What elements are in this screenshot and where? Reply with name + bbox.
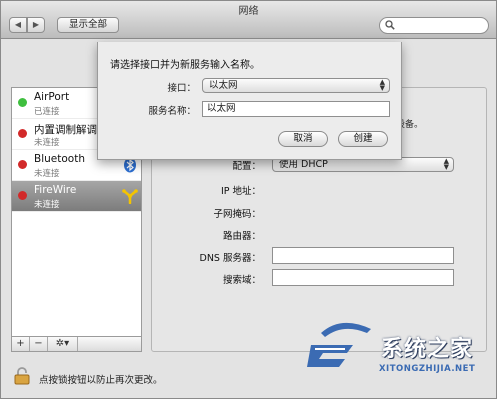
action-menu-button[interactable]: ✲▾ (48, 337, 78, 351)
watermark-logo (307, 322, 371, 367)
updown-arrows-icon: ▲ ▼ (379, 78, 385, 92)
interface-value: 以太网 (209, 80, 238, 91)
back-button[interactable]: ◀ (9, 17, 27, 33)
interface-label: 接口： (167, 83, 196, 94)
service-status: 已连接 (34, 107, 60, 117)
service-list-toolbar: + − ✲▾ (11, 336, 142, 352)
status-dot (18, 129, 27, 138)
cancel-button[interactable]: 取消 (278, 131, 328, 147)
search-icon (385, 20, 395, 30)
service-item-firewire[interactable]: FireWire 未连接 (12, 181, 141, 212)
updown-arrows-icon: ▲ ▼ (443, 157, 449, 171)
show-all-button[interactable]: 显示全部 (57, 17, 119, 33)
service-status: 未连接 (34, 200, 60, 210)
new-service-sheet: 请选择接口并为新服务输入名称。 接口： 以太网 ▲ ▼ 服务名称： 以太网 取消 … (97, 42, 402, 160)
status-dot (18, 191, 27, 200)
service-status: 未连接 (34, 138, 60, 148)
service-name-label: 服务名称： (148, 106, 196, 117)
firewire-icon (122, 189, 138, 204)
search-input[interactable] (379, 17, 489, 34)
watermark-brand: 系统之家 (381, 337, 474, 362)
search-domains-field[interactable] (272, 269, 454, 286)
dns-server-field[interactable] (272, 247, 454, 264)
config-value: 使用 DHCP (279, 159, 328, 170)
interface-select[interactable]: 以太网 ▲ ▼ (202, 78, 390, 93)
sheet-prompt: 请选择接口并为新服务输入名称。 (110, 60, 260, 71)
create-button[interactable]: 创建 (338, 131, 388, 147)
lock-hint: 点按锁按钮以防止再次更改。 (39, 375, 163, 386)
lock-icon[interactable] (14, 367, 30, 385)
router-label: 路由器： (222, 231, 261, 242)
window-title: 网络 (238, 6, 259, 17)
remove-service-button[interactable]: − (30, 337, 48, 351)
ip-address-label: IP 地址： (220, 186, 261, 197)
service-status: 未连接 (34, 169, 60, 179)
network-preferences-window: 网络 ◀ ▶ 显示全部 AirPort 已连接 内置调制解调器 未连接 Blue… (0, 0, 497, 399)
search-domains-label: 搜索域： (222, 275, 261, 286)
dns-server-label: DNS 服务器： (199, 253, 261, 264)
subnet-mask-label: 子网掩码： (213, 209, 261, 220)
service-name: FireWire (34, 184, 77, 196)
forward-button[interactable]: ▶ (27, 17, 45, 33)
add-service-button[interactable]: + (12, 337, 30, 351)
status-dot (18, 98, 27, 107)
title-bar: 网络 ◀ ▶ 显示全部 (1, 1, 496, 39)
status-dot (18, 160, 27, 169)
watermark-url: XITONGZHIJIA.NET (379, 364, 476, 374)
config-label: 配置： (232, 161, 261, 172)
service-name-field[interactable]: 以太网 (202, 101, 390, 117)
